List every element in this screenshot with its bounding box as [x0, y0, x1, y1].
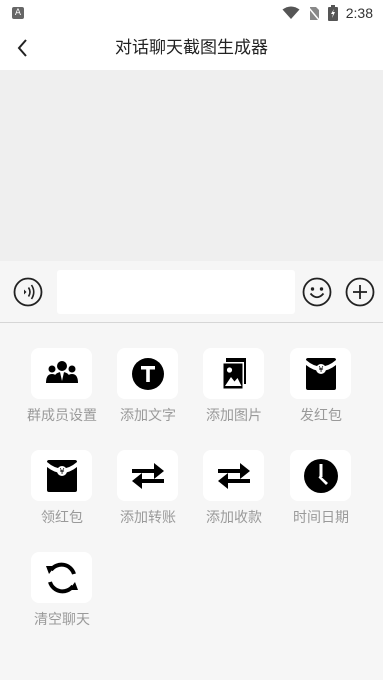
more-button[interactable] — [345, 277, 375, 307]
svg-text:¥: ¥ — [318, 365, 323, 374]
tool-add-receipt[interactable]: 添加收款 — [191, 425, 277, 526]
tool-time-date[interactable]: 时间日期 — [278, 425, 364, 526]
tool-add-image[interactable]: 添加图片 — [191, 323, 277, 424]
tool-add-transfer[interactable]: 添加转账 — [105, 425, 191, 526]
title-bar: 对话聊天截图生成器 — [0, 26, 383, 70]
group-members-icon — [45, 360, 78, 383]
tool-icon-box: ¥ — [31, 450, 92, 501]
status-time: 2:38 — [345, 5, 373, 21]
tool-add-text[interactable]: 添加文字 — [105, 323, 191, 424]
clock-icon — [303, 458, 338, 493]
chat-preview-area[interactable] — [0, 70, 383, 261]
input-bar — [0, 261, 383, 323]
red-packet-icon: ¥ — [305, 357, 336, 390]
tool-send-red-packet[interactable]: ¥ 发红包 — [278, 323, 364, 424]
plus-circle-icon — [345, 277, 375, 307]
red-packet-icon: ¥ — [46, 459, 77, 492]
tool-label: 清空聊天 — [34, 612, 90, 628]
smiley-icon — [302, 277, 332, 307]
tool-icon-box — [203, 348, 264, 399]
tool-label: 时间日期 — [293, 510, 349, 526]
page-title: 对话聊天截图生成器 — [115, 38, 268, 58]
tool-label: 添加收款 — [206, 510, 262, 526]
tool-icon-box — [31, 348, 92, 399]
tool-label: 发红包 — [300, 408, 342, 424]
emoji-button[interactable] — [302, 277, 332, 307]
transfer-arrows-icon — [131, 462, 164, 489]
voice-icon — [13, 277, 43, 307]
refresh-icon — [45, 562, 78, 593]
tool-label: 领红包 — [41, 510, 83, 526]
tool-clear-chat[interactable]: 清空聊天 — [19, 527, 105, 628]
tool-group-members[interactable]: 群成员设置 — [19, 323, 105, 424]
tool-icon-box: ¥ — [290, 348, 351, 399]
voice-button[interactable] — [13, 277, 43, 307]
wifi-icon — [282, 6, 300, 19]
tool-label: 添加文字 — [120, 408, 176, 424]
tool-icon-box — [203, 450, 264, 501]
tool-icon-box — [117, 348, 178, 399]
tool-panel: 群成员设置 添加文字 添加图片 ¥ 发红包 ¥ 领红包 添加转账 添加收款 时间… — [0, 323, 383, 680]
tool-label: 群成员设置 — [27, 408, 97, 424]
tool-label: 添加图片 — [206, 408, 262, 424]
tool-receive-red-packet[interactable]: ¥ 领红包 — [19, 425, 105, 526]
no-sim-icon — [308, 6, 320, 20]
status-bar: A 2:38 — [0, 0, 383, 26]
image-icon — [221, 357, 246, 390]
transfer-arrows-icon — [217, 462, 250, 489]
battery-charging-icon — [327, 5, 338, 21]
message-input[interactable] — [57, 270, 295, 314]
text-t-icon — [131, 357, 164, 390]
svg-text:¥: ¥ — [59, 467, 64, 476]
notification-a-icon: A — [12, 7, 24, 19]
tool-icon-box — [117, 450, 178, 501]
tool-icon-box — [31, 552, 92, 603]
tool-label: 添加转账 — [120, 510, 176, 526]
status-icons: 2:38 — [282, 4, 373, 22]
tool-icon-box — [290, 450, 351, 501]
